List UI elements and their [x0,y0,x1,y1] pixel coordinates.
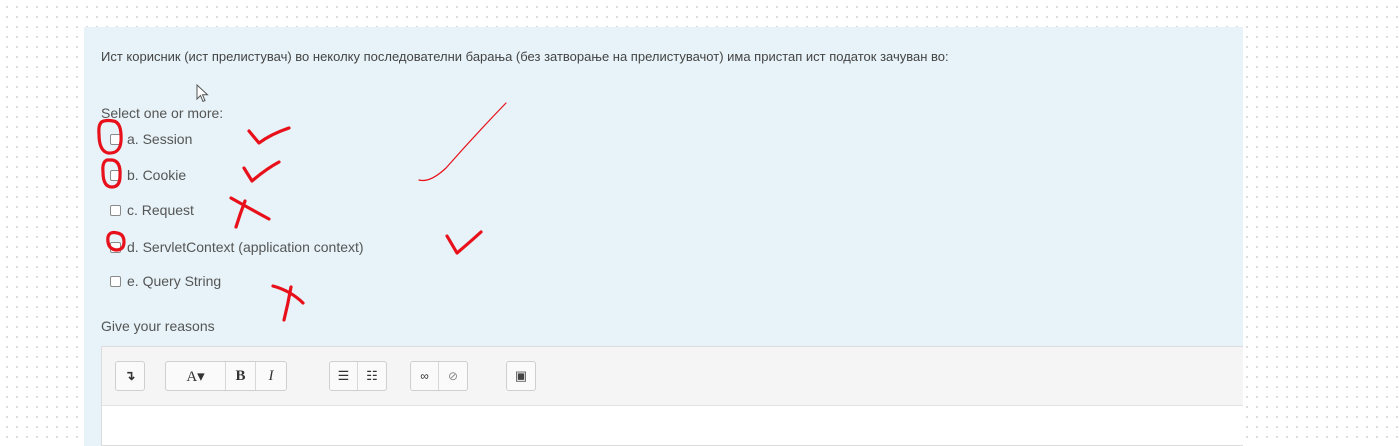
checkbox-b[interactable] [110,169,121,181]
answer-option-a[interactable]: a. Session [110,131,192,147]
toolbar-group-links: ∞ ⊘ [410,361,468,391]
bold-button[interactable]: B [226,362,256,390]
answer-option-e[interactable]: e. Query String [110,273,221,289]
answer-option-d[interactable]: d. ServletContext (application context) [110,239,364,255]
select-prompt: Select one or more: [101,105,224,121]
image-button[interactable]: ▣ [507,362,535,390]
collapse-toolbar-button[interactable]: ↴ [116,362,144,390]
mouse-cursor-icon [196,84,209,103]
ordered-list-button[interactable]: ☷ [358,362,386,390]
unordered-list-button[interactable]: ☰ [330,362,358,390]
font-size-icon: A▾ [186,368,205,385]
reasons-label: Give your reasons [101,318,215,334]
answer-option-c[interactable]: c. Request [110,202,194,218]
checkbox-a[interactable] [110,133,121,145]
italic-button[interactable]: I [256,362,286,390]
toolbar-group-collapse: ↴ [115,361,145,391]
answer-label-a: a. Session [127,131,193,147]
answer-label-c: c. Request [127,202,194,218]
italic-icon: I [268,367,274,384]
link-button[interactable]: ∞ [411,362,439,390]
unordered-list-icon: ☰ [337,368,350,383]
unlink-button[interactable]: ⊘ [439,362,467,390]
answer-option-b[interactable]: b. Cookie [110,167,186,183]
toolbar-group-media: ▣ [506,361,536,391]
rich-text-editor: ↴ A▾ B I ☰ ☷ ∞ ⊘ ▣ [101,346,1243,446]
checkbox-e[interactable] [110,275,121,287]
bold-icon: B [235,367,246,384]
question-panel: Ист корисник (ист прелистувач) во неколк… [84,27,1243,446]
editor-text-area[interactable] [102,406,1243,446]
image-icon: ▣ [514,368,528,383]
answer-label-b: b. Cookie [127,167,187,183]
answer-label-d: d. ServletContext (application context) [127,239,364,255]
answer-label-e: e. Query String [127,273,222,289]
checkbox-d[interactable] [110,241,121,253]
editor-toolbar: ↴ A▾ B I ☰ ☷ ∞ ⊘ ▣ [102,347,1243,406]
question-text: Ист корисник (ист прелистувач) во неколк… [101,49,949,64]
checkbox-c[interactable] [110,204,121,216]
toolbar-group-format: A▾ B I [165,361,287,391]
ordered-list-icon: ☷ [366,368,378,383]
toolbar-group-lists: ☰ ☷ [329,361,387,391]
collapse-toolbar-icon: ↴ [124,368,136,383]
unlink-icon: ⊘ [447,369,459,383]
font-size-button[interactable]: A▾ [166,362,226,390]
link-icon: ∞ [420,369,429,383]
